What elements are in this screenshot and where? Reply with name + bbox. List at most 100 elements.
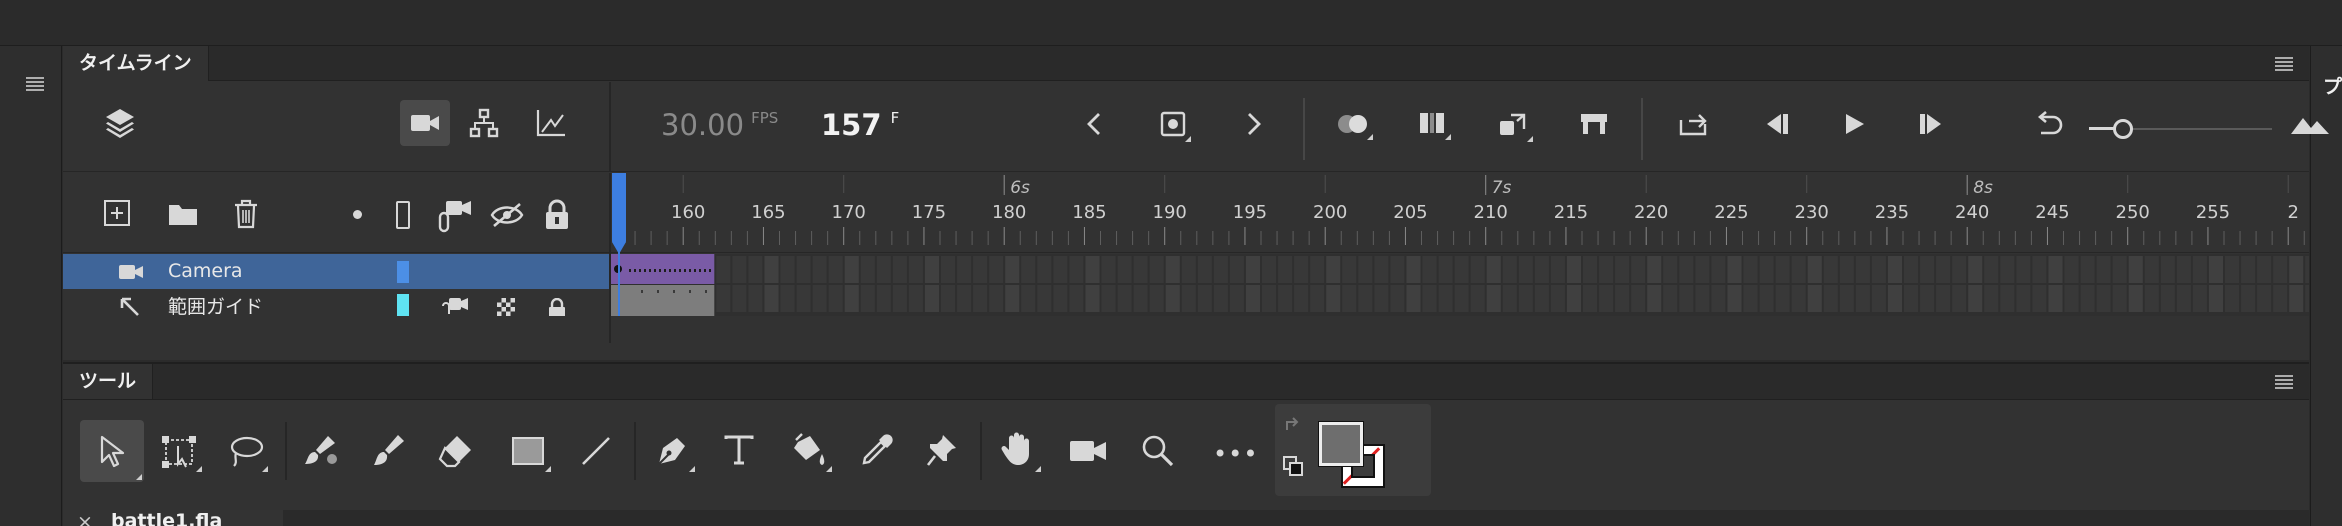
frame-cell-guide [812, 285, 827, 312]
frame-cell-camera [2241, 256, 2256, 283]
tools-tab[interactable]: ツール [63, 364, 154, 399]
outline-checker-icon[interactable] [497, 298, 515, 316]
text-tool-icon[interactable] [723, 434, 755, 466]
play-icon[interactable] [1842, 112, 1868, 136]
paint-brush-tool-icon[interactable] [371, 432, 409, 470]
color-controls-group [1275, 404, 1431, 496]
frame-cell-guide [2112, 285, 2127, 312]
camera-tool-icon[interactable] [1069, 438, 1107, 464]
document-tab[interactable]: × battle1.fla [63, 510, 283, 526]
layer-color-swatch-guide[interactable] [397, 294, 409, 316]
right-panel-tab-label[interactable]: プ [2323, 72, 2342, 99]
frame-cell-guide [1149, 285, 1164, 312]
frame-cell-camera [1871, 256, 1886, 283]
frame-cell-guide [1920, 285, 1935, 312]
zoom-large-icon[interactable] [2289, 114, 2331, 136]
frame-cell-camera [1695, 256, 1710, 283]
eyedropper-tool-icon[interactable] [859, 432, 895, 468]
line-tool-icon[interactable] [579, 434, 613, 468]
frame-cell-guide [2032, 285, 2047, 312]
guide-frame-mark [673, 290, 675, 293]
frames-area[interactable] [611, 254, 2309, 316]
layer-row-guide[interactable]: 範囲ガイド [63, 290, 609, 316]
timeline-zoom-slider[interactable] [2089, 119, 2274, 139]
layer-locked-icon[interactable] [547, 298, 567, 316]
paint-bucket-tool-icon[interactable] [788, 432, 832, 472]
frame-cell-guide [2225, 285, 2240, 312]
create-tween-icon[interactable] [1497, 110, 1533, 142]
frame-cell-camera [1326, 256, 1341, 283]
guide-layer-icon [119, 296, 141, 316]
new-folder-icon[interactable] [167, 201, 199, 227]
selection-tool-button[interactable] [80, 420, 144, 482]
camera-attached-icon[interactable] [441, 296, 469, 316]
hide-all-layers-icon[interactable] [489, 201, 525, 229]
new-layer-icon[interactable] [103, 199, 131, 227]
fluid-brush-tool-icon[interactable] [302, 432, 342, 470]
lock-all-layers-icon[interactable] [543, 199, 571, 231]
insert-frame-icon[interactable] [1579, 112, 1609, 136]
previous-keyframe-icon[interactable] [1084, 111, 1104, 137]
layer-row-camera[interactable]: Camera [63, 254, 609, 289]
frame-ruler[interactable]: 6s 7s 8s 160 165 170 175 180 185 190 195 200 205 210 2… [611, 173, 2309, 253]
free-transform-tool-icon[interactable] [160, 434, 202, 472]
tween-dot [669, 269, 671, 272]
tools-panel-menu-icon[interactable] [2273, 374, 2295, 390]
slider-thumb[interactable] [2113, 119, 2133, 139]
swap-colors-icon[interactable] [1283, 416, 1305, 438]
fill-color-swatch[interactable] [1318, 421, 1364, 467]
current-frame-display[interactable]: 157 F [821, 108, 899, 142]
frame-cell-camera [2160, 256, 2175, 283]
frame-value: 157 [821, 108, 882, 142]
insert-keyframe-icon[interactable] [1159, 110, 1191, 142]
delete-layer-icon[interactable] [232, 198, 260, 230]
eraser-tool-icon[interactable] [437, 432, 477, 470]
frame-cell-guide [1053, 285, 1068, 312]
timeline-body: 6s 7s 8s 160 165 170 175 180 185 190 195 200 205 210 2… [63, 173, 2309, 392]
fps-display[interactable]: 30.00 FPS [661, 108, 778, 148]
layer-color-swatch-camera[interactable] [397, 261, 409, 283]
tools-separator [634, 422, 636, 480]
loop-playback-icon[interactable] [1677, 110, 1711, 138]
frame-cell-guide [1229, 285, 1244, 312]
frame-cell-guide [860, 285, 875, 312]
playhead-handle[interactable] [612, 173, 626, 243]
frame-cell-guide [1358, 285, 1373, 312]
onion-skin-icon[interactable] [1335, 112, 1373, 140]
step-back-icon[interactable] [1761, 112, 1791, 136]
reset-camera-icon[interactable] [2033, 108, 2065, 140]
frame-cell-camera [2080, 256, 2095, 283]
tweening-graph-icon[interactable] [535, 108, 567, 138]
lasso-tool-icon[interactable] [228, 434, 268, 472]
next-keyframe-icon[interactable] [1244, 111, 1264, 137]
pin-tool-icon[interactable] [925, 432, 959, 468]
frame-cell-camera [1679, 256, 1694, 283]
frame-cell-camera [1647, 256, 1662, 283]
frame-cell-camera [1342, 256, 1357, 283]
flyout-corner [1367, 134, 1373, 140]
show-layers-icon[interactable] [103, 106, 137, 140]
panel-menu-icon[interactable] [24, 76, 46, 92]
default-colors-icon[interactable] [1283, 456, 1305, 478]
frame-cell-guide [1294, 285, 1309, 312]
timeline-tab[interactable]: タイムライン [63, 46, 209, 81]
timeline-panel-menu-icon[interactable] [2273, 56, 2295, 72]
highlight-layer-dot[interactable] [353, 210, 362, 219]
edit-multiple-frames-icon[interactable] [1417, 110, 1451, 140]
rectangle-tool-icon[interactable] [511, 436, 551, 472]
outline-layer-icon[interactable] [396, 201, 410, 229]
frame-cell-camera [1406, 256, 1421, 283]
step-forward-icon[interactable] [1917, 112, 1947, 136]
close-tab-icon[interactable]: × [77, 511, 93, 526]
frame-cell-guide [2289, 285, 2304, 312]
frame-cell-guide [1807, 285, 1822, 312]
pen-tool-icon[interactable] [653, 432, 695, 472]
hand-tool-icon[interactable] [999, 430, 1041, 472]
attach-camera-icon[interactable] [434, 197, 474, 233]
zoom-tool-icon[interactable] [1141, 434, 1175, 468]
layer-parenting-icon[interactable] [469, 108, 499, 138]
camera-tool-button[interactable] [400, 100, 450, 146]
frame-cell-guide [1021, 285, 1036, 312]
tools-separator [980, 422, 982, 480]
more-tools-button[interactable]: ••• [1213, 440, 1258, 468]
